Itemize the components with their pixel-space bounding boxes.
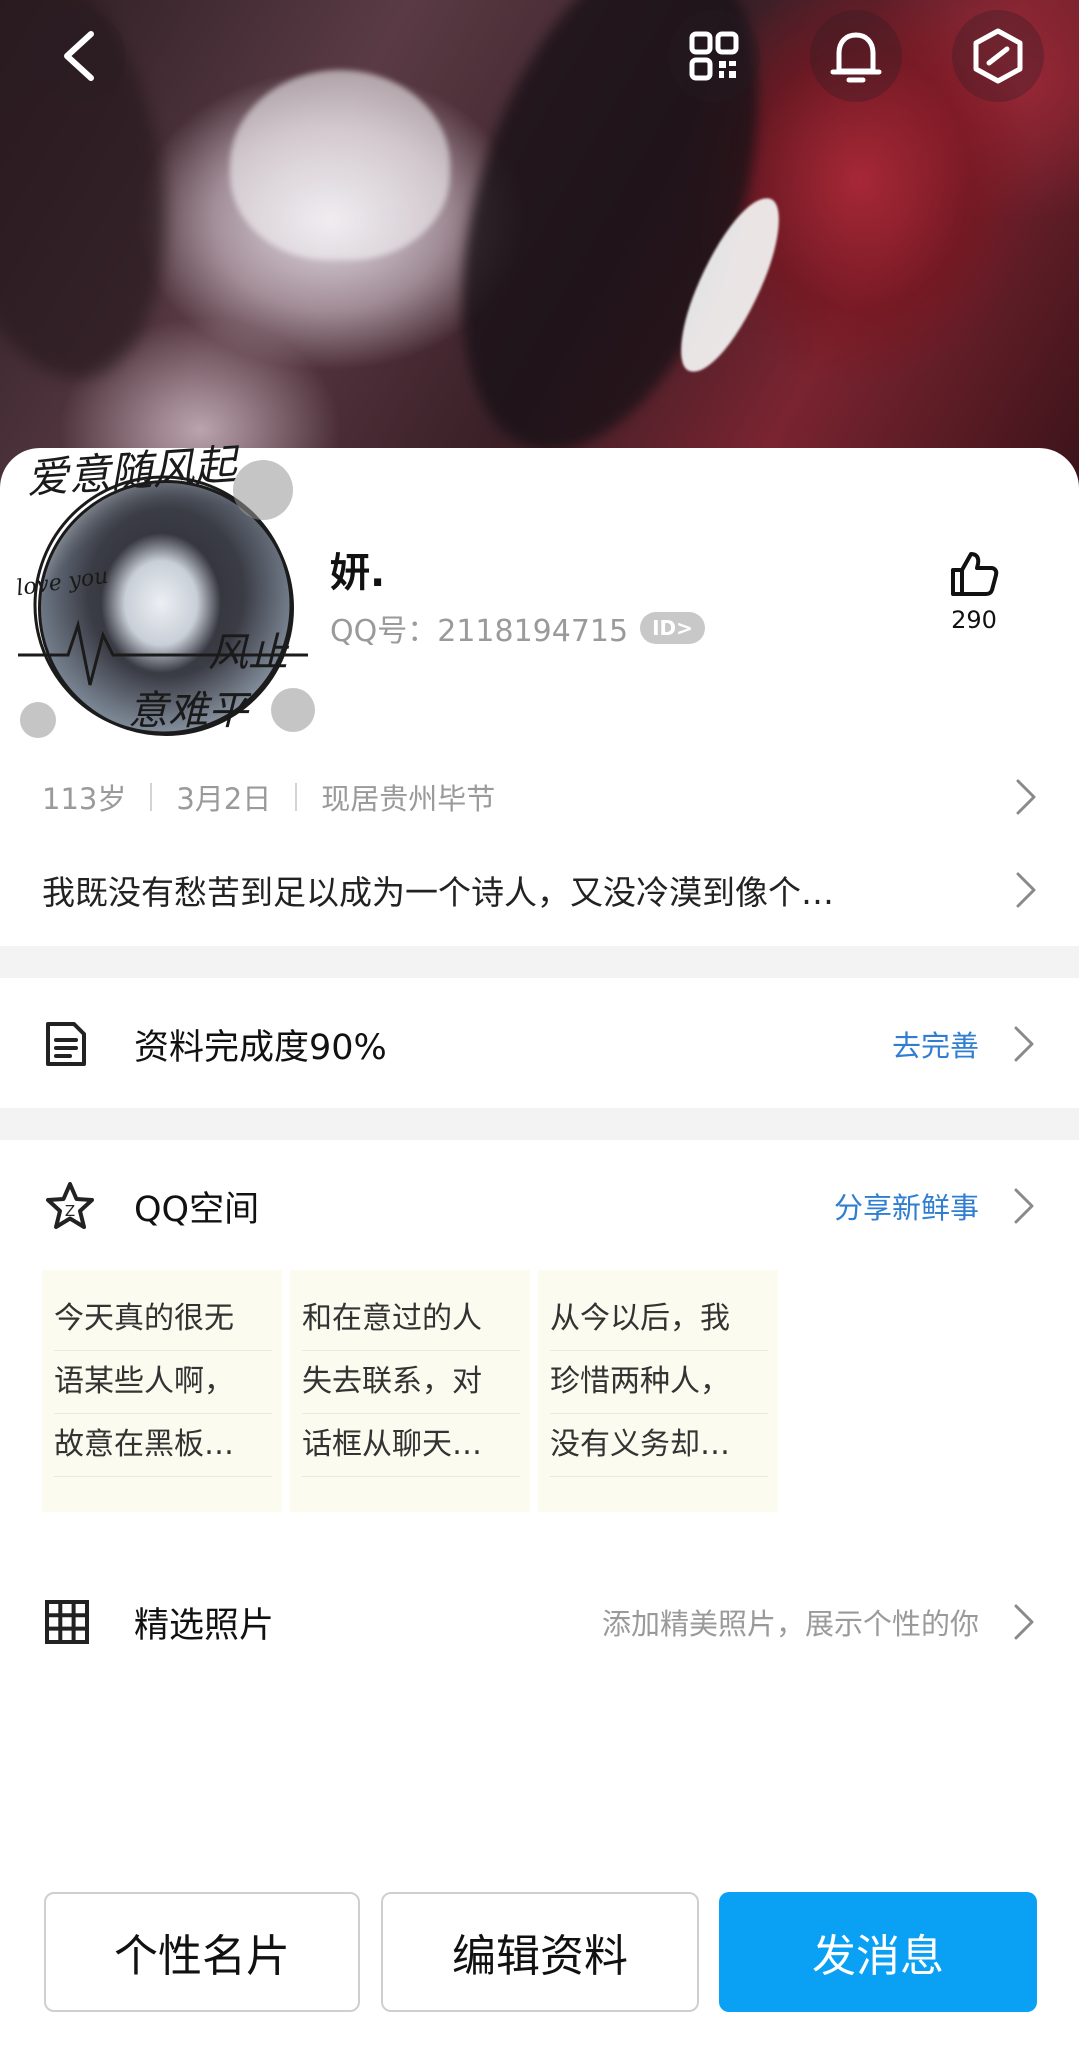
section-divider — [0, 1108, 1079, 1140]
profile-completion-row[interactable]: 资料完成度90% 去完善 — [0, 994, 1079, 1094]
edit-profile-button[interactable]: 编辑资料 — [381, 1892, 699, 2012]
qr-code-button[interactable] — [668, 10, 760, 102]
share-news-link[interactable]: 分享新鲜事 — [834, 1185, 979, 1227]
location-label: 现居贵州毕节 — [321, 782, 496, 816]
qzone-row[interactable]: Z QQ空间 分享新鲜事 — [0, 1156, 1079, 1256]
qzone-post-card[interactable]: 和在意过的人 失去联系，对 话框从聊天… — [290, 1270, 530, 1512]
qq-number-line: QQ号：2118194715 ID> — [330, 606, 705, 650]
hexagon-settings-icon — [973, 28, 1023, 84]
send-message-button[interactable]: 发消息 — [719, 1892, 1037, 2012]
featured-photos-row[interactable]: 精选照片 添加精美照片，展示个性的你 — [0, 1572, 1079, 1672]
post-text-line: 珍惜两种人， — [550, 1351, 768, 1414]
post-text-line: 和在意过的人 — [302, 1288, 520, 1351]
profile-info-row[interactable]: 113岁 3月2日 现居贵州毕节 — [42, 772, 1037, 822]
qzone-label: QQ空间 — [134, 1189, 260, 1230]
post-text-line: 话框从聊天… — [302, 1414, 520, 1477]
like-button[interactable]: 290 — [940, 550, 1008, 634]
chevron-right-icon — [1016, 872, 1036, 908]
qzone-post-card[interactable]: 从今以后，我 珍惜两种人， 没有义务却… — [538, 1270, 778, 1512]
post-text-line: 没有义务却… — [550, 1414, 768, 1477]
qq-number: QQ号：2118194715 — [330, 614, 629, 649]
bell-icon — [830, 32, 882, 83]
photos-label: 精选照片 — [134, 1605, 275, 1646]
chevron-right-icon — [1014, 1604, 1034, 1640]
avatar-text: 风止 — [208, 630, 288, 676]
grid-icon — [45, 1600, 89, 1644]
completion-label: 资料完成度90% — [134, 1027, 387, 1068]
post-text-line: 今天真的很无 — [54, 1288, 272, 1351]
complete-profile-link[interactable]: 去完善 — [892, 1023, 979, 1065]
avatar[interactable]: 爱意随风起 love you 风止 意难平 — [8, 420, 318, 740]
avatar-text: 意难平 — [128, 688, 248, 734]
back-button[interactable] — [33, 10, 125, 102]
profile-name: 妍. — [330, 550, 386, 596]
age-label: 113岁 — [42, 782, 127, 816]
settings-button[interactable] — [952, 10, 1044, 102]
qr-code-icon — [689, 31, 739, 81]
qzone-posts: 今天真的很无 语某些人啊， 故意在黑板… 和在意过的人 失去联系，对 话框从聊天… — [42, 1270, 778, 1512]
post-text-line: 失去联系，对 — [302, 1351, 520, 1414]
chevron-right-icon — [1014, 1188, 1034, 1224]
divider — [150, 783, 153, 811]
signature-text: 我既没有愁苦到足以成为一个诗人，又没冷漠到像个… — [42, 873, 834, 912]
post-text-line: 语某些人啊， — [54, 1351, 272, 1414]
birthday-label: 3月2日 — [176, 782, 272, 816]
divider — [295, 783, 298, 811]
chevron-right-icon — [1014, 1026, 1034, 1062]
notification-button[interactable] — [810, 10, 902, 102]
cover-highlight — [230, 70, 450, 260]
post-text-line: 从今以后，我 — [550, 1288, 768, 1351]
back-arrow-icon — [64, 31, 94, 81]
section-divider — [0, 946, 1079, 978]
id-badge[interactable]: ID> — [640, 612, 705, 644]
document-icon — [46, 1022, 86, 1066]
photos-hint: 添加精美照片，展示个性的你 — [601, 1607, 979, 1641]
qzone-post-card[interactable]: 今天真的很无 语某些人啊， 故意在黑板… — [42, 1270, 282, 1512]
profile-card-button[interactable]: 个性名片 — [44, 1892, 360, 2012]
like-count: 290 — [951, 606, 997, 634]
star-icon: Z — [46, 1182, 94, 1229]
chevron-right-icon — [1016, 779, 1036, 815]
thumbs-up-icon — [951, 552, 999, 596]
svg-text:Z: Z — [65, 1202, 75, 1220]
post-text-line: 故意在黑板… — [54, 1414, 272, 1477]
signature-row[interactable]: 我既没有愁苦到足以成为一个诗人，又没冷漠到像个… — [42, 860, 1037, 920]
